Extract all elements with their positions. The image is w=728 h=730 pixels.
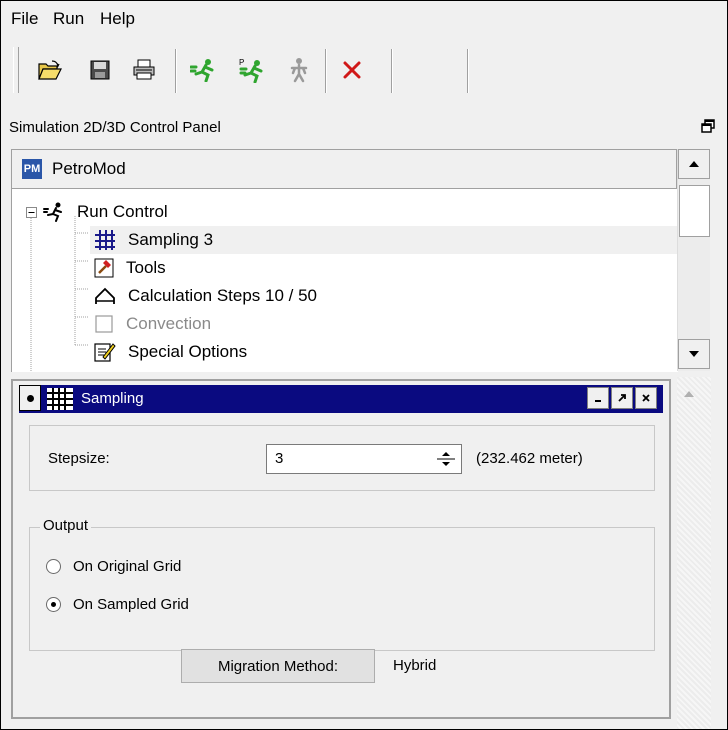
toolbar-separator xyxy=(175,49,177,93)
migration-method-button[interactable]: Migration Method: xyxy=(181,649,375,683)
output-group: Output On Original Grid On Sampled Grid xyxy=(29,517,655,651)
tree-item-special-options[interactable]: Special Options xyxy=(94,338,247,366)
collapse-minus-icon[interactable] xyxy=(26,206,37,218)
menu-run[interactable]: Run xyxy=(53,9,84,29)
output-legend: Output xyxy=(40,517,92,534)
stepsize-group: Stepsize: 3 (232.462 meter) xyxy=(29,425,655,491)
tree-item-label: Tools xyxy=(126,258,166,277)
migration-method-value: Hybrid xyxy=(393,657,437,674)
tree-item-sampling[interactable]: Sampling 3 xyxy=(90,226,678,254)
stepsize-label: Stepsize: xyxy=(48,450,110,467)
radio-button[interactable] xyxy=(46,559,61,574)
run-icon[interactable] xyxy=(187,53,221,87)
scroll-thumb[interactable] xyxy=(679,185,710,237)
grid-icon xyxy=(47,388,73,410)
float-button[interactable] xyxy=(611,387,633,409)
hammer-icon xyxy=(94,258,114,278)
radio-label: On Original Grid xyxy=(73,558,182,575)
sampling-title: Sampling xyxy=(81,390,144,407)
menu-help[interactable]: Help xyxy=(100,9,135,29)
open-folder-icon[interactable] xyxy=(33,53,67,87)
menu-bar: File Run Help xyxy=(1,1,727,39)
tree-root-label: PetroMod xyxy=(52,159,126,178)
close-button[interactable] xyxy=(635,387,657,409)
toolbar-separator xyxy=(467,49,469,93)
petromod-logo-icon: PM xyxy=(22,159,42,179)
tree-item-label: Convection xyxy=(126,314,212,333)
tree-root[interactable]: PM PetroMod xyxy=(12,150,677,189)
toolbar-separator xyxy=(391,49,393,93)
menu-file[interactable]: File xyxy=(11,9,38,29)
spin-icon[interactable] xyxy=(435,448,457,470)
dock-scrollbar[interactable] xyxy=(677,377,711,729)
tree-scrollbar[interactable] xyxy=(677,149,710,371)
cancel-x-icon[interactable] xyxy=(335,53,369,87)
scroll-down-button[interactable] xyxy=(678,339,710,369)
tree-item-run-control[interactable]: Run Control xyxy=(26,198,168,226)
tree-item-calculation-steps[interactable]: Calculation Steps 10 / 50 xyxy=(94,282,317,310)
radio-sampled-grid[interactable]: On Sampled Grid xyxy=(46,596,189,613)
minimize-button[interactable] xyxy=(587,387,609,409)
print-icon[interactable] xyxy=(127,53,161,87)
panel-title: Simulation 2D/3D Control Panel xyxy=(9,119,221,136)
radio-label: On Sampled Grid xyxy=(73,596,189,613)
tree-item-label: Run Control xyxy=(77,202,168,221)
tree-item-label: Sampling 3 xyxy=(128,230,214,249)
stepsize-unit: (232.462 meter) xyxy=(476,450,583,467)
tree-item-label: Special Options xyxy=(128,342,248,361)
sampling-title-bar: Sampling xyxy=(19,385,663,413)
dock-scroll-up-icon[interactable] xyxy=(683,385,695,403)
toolbar-separator xyxy=(325,49,327,93)
app-window: File Run Help P Simulation 2D/3D Control… xyxy=(0,0,728,730)
grid-icon xyxy=(95,230,115,250)
stop-run-icon[interactable] xyxy=(281,53,315,87)
window-menu-icon[interactable] xyxy=(19,385,41,411)
toolbar: P xyxy=(1,41,727,101)
empty-box-icon xyxy=(95,315,113,333)
tree-item-convection[interactable]: Convection xyxy=(94,310,211,338)
tree-view: PM PetroMod Run Control Sampling 3 Tools… xyxy=(11,149,678,372)
restore-window-icon[interactable] xyxy=(701,119,715,138)
save-disk-icon[interactable] xyxy=(83,53,117,87)
run-control-icon xyxy=(43,202,62,222)
scroll-up-button[interactable] xyxy=(678,149,710,179)
steps-icon xyxy=(95,287,115,304)
edit-note-icon xyxy=(94,343,116,362)
svg-text:P: P xyxy=(239,58,244,67)
stepsize-stepper[interactable]: 3 xyxy=(266,444,462,474)
radio-original-grid[interactable]: On Original Grid xyxy=(46,558,181,575)
tree-item-label: Calculation Steps 10 / 50 xyxy=(128,286,318,305)
run-parallel-icon[interactable]: P xyxy=(235,53,269,87)
stepsize-value[interactable]: 3 xyxy=(275,450,283,467)
toolbar-grip-line xyxy=(18,47,19,93)
tree-item-tools[interactable]: Tools xyxy=(94,254,166,282)
radio-button-selected[interactable] xyxy=(46,597,61,612)
